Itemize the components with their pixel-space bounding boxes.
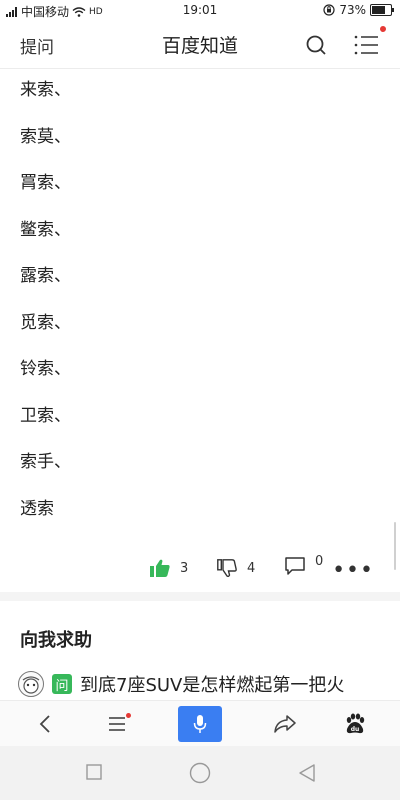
comment-button[interactable]: 0 bbox=[285, 553, 324, 575]
section-divider bbox=[0, 592, 400, 601]
recent-apps-icon[interactable] bbox=[86, 764, 102, 780]
like-count: 3 bbox=[180, 560, 189, 576]
baidu-paw-icon: du bbox=[346, 713, 365, 734]
answer-actions: 3 4 0 ••• bbox=[0, 553, 400, 585]
help-section-title: 向我求助 bbox=[20, 630, 92, 651]
voice-button-bg bbox=[178, 706, 222, 742]
voice-button[interactable] bbox=[178, 701, 222, 747]
baidu-home-button[interactable]: du bbox=[340, 701, 370, 747]
answer-line: 觅索、 bbox=[20, 312, 71, 333]
answer-line: 鳖索、 bbox=[20, 219, 71, 240]
answer-line: 来索、 bbox=[20, 80, 71, 100]
answer-line: 索莫、 bbox=[20, 126, 71, 147]
answer-line: 透索 bbox=[20, 498, 54, 519]
answer-line: 罥索、 bbox=[20, 173, 71, 193]
bottom-toolbar: du bbox=[0, 700, 400, 747]
comment-icon bbox=[285, 557, 305, 575]
svg-text:du: du bbox=[351, 726, 360, 733]
battery-fill bbox=[372, 6, 386, 14]
like-button[interactable]: 3 bbox=[150, 559, 188, 577]
back-button[interactable] bbox=[30, 701, 60, 747]
search-icon[interactable] bbox=[305, 34, 327, 56]
microphone-icon bbox=[193, 715, 207, 733]
answer-content: 来索、 索莫、 罥索、 鳖索、 露索、 觅索、 铃索、 卫索、 索手、 透索 bbox=[20, 78, 71, 543]
back-nav-icon[interactable] bbox=[298, 764, 316, 782]
answer-line: 露索、 bbox=[20, 266, 71, 286]
rotation-lock-icon bbox=[323, 4, 335, 16]
answer-line: 铃索、 bbox=[20, 359, 71, 379]
avatar bbox=[18, 671, 44, 697]
menu-notification-dot bbox=[126, 713, 131, 718]
battery-percent: 73% bbox=[339, 3, 366, 17]
dislike-count: 4 bbox=[247, 560, 256, 576]
list-icon bbox=[109, 717, 125, 731]
share-button[interactable] bbox=[270, 701, 300, 747]
status-right: 73% bbox=[323, 3, 394, 17]
more-button[interactable]: ••• bbox=[332, 558, 374, 583]
answer-line: 索手、 bbox=[20, 452, 71, 472]
page-title: 百度知道 bbox=[161, 35, 238, 57]
dislike-button[interactable]: 4 bbox=[217, 559, 255, 577]
question-text[interactable]: 到底7座SUV是怎样燃起第一把火 bbox=[80, 671, 344, 697]
toolbar-menu-button[interactable] bbox=[103, 701, 133, 747]
home-icon[interactable] bbox=[189, 762, 211, 784]
notification-dot bbox=[380, 26, 386, 32]
thumbs-down-icon bbox=[217, 559, 237, 577]
menu-icon[interactable] bbox=[354, 34, 380, 56]
help-question-item[interactable]: 问 到底7座SUV是怎样燃起第一把火 bbox=[18, 671, 344, 697]
chevron-left-icon bbox=[39, 715, 50, 733]
comment-count: 0 bbox=[315, 553, 324, 569]
thumbs-up-icon bbox=[150, 559, 170, 577]
app-header: 提问 百度知道 bbox=[0, 22, 400, 69]
share-icon bbox=[274, 715, 296, 733]
system-nav-bar bbox=[0, 746, 400, 800]
question-badge: 问 bbox=[52, 674, 72, 694]
answer-line: 卫索、 bbox=[20, 405, 71, 426]
status-bar: 中国移动 HD 19:01 73% bbox=[0, 0, 400, 22]
battery-icon bbox=[370, 4, 394, 16]
